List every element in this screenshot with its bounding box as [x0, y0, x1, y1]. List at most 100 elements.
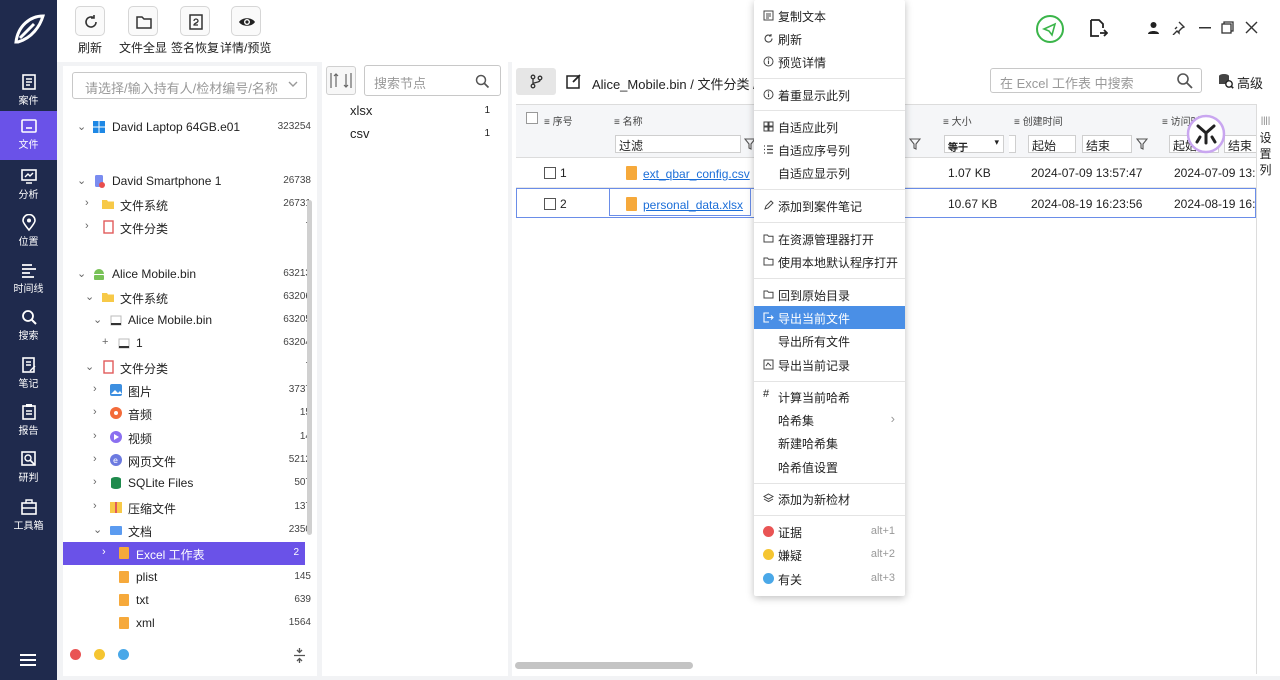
maximize-icon[interactable] — [1221, 21, 1234, 34]
tree-item-web-files[interactable]: › e 网页文件 5212 — [63, 449, 311, 471]
advanced-search-icon[interactable] — [1218, 73, 1234, 89]
menu-item-compute-hash[interactable]: # 计算当前哈希 — [754, 385, 905, 408]
tree-item-audio[interactable]: › 音频 15 — [63, 402, 311, 424]
minimize-icon[interactable] — [1199, 27, 1211, 29]
menu-item-autofit-seq-column[interactable]: 自适应序号列 — [754, 138, 905, 161]
tree-item-partition-1[interactable]: + 1 63204 — [63, 332, 311, 354]
plus-icon[interactable]: + — [102, 336, 112, 348]
tree-item-david-smartphone[interactable]: ⌄ David Smartphone 1 26738 — [63, 170, 311, 192]
chevron-down-icon[interactable]: ⌄ — [85, 360, 95, 373]
extension-item-csv[interactable]: csv 1 — [350, 126, 490, 141]
menu-item-preview-details[interactable]: 预览详情 — [754, 50, 905, 73]
menu-item-add-as-evidence[interactable]: 添加为新检材 — [754, 487, 905, 510]
tree-item-plist[interactable]: plist 145 — [63, 566, 311, 588]
chevron-down-icon[interactable]: ⌄ — [77, 267, 87, 280]
assistant-badge-icon[interactable] — [1186, 114, 1226, 154]
show-all-files-button[interactable]: 文件全显 — [119, 6, 167, 56]
menu-item-hash-set[interactable]: 哈希集 › — [754, 408, 905, 431]
edit-icon[interactable] — [566, 73, 582, 89]
chevron-right-icon[interactable]: › — [85, 197, 95, 209]
horizontal-scrollbar[interactable] — [515, 662, 693, 669]
extension-item-xlsx[interactable]: xlsx 1 — [350, 103, 490, 118]
menu-item-open-in-explorer[interactable]: 在资源管理器打开 — [754, 227, 905, 250]
file-link[interactable]: ext_qbar_config.csv — [643, 167, 750, 181]
row-checkbox[interactable] — [544, 167, 556, 179]
nav-item-report[interactable]: 报告 — [0, 397, 57, 443]
pin-icon[interactable] — [1171, 21, 1185, 35]
menu-item-copy-text[interactable]: 复制文本 — [754, 4, 905, 27]
tree-item-archives[interactable]: › 压缩文件 137 — [63, 496, 311, 518]
menu-item-autofit-column[interactable]: 自适应此列 — [754, 115, 905, 138]
column-header-size[interactable]: ≡ 大小 — [943, 113, 972, 128]
column-header-name[interactable]: ≡ 名称 — [614, 113, 643, 128]
tree-item-alice-mobile-image[interactable]: ⌄ Alice Mobile.bin 63205 — [63, 309, 311, 331]
tree-item-alice-mobile[interactable]: ⌄ Alice Mobile.bin 63213 — [63, 263, 311, 285]
tree-item-images[interactable]: › 图片 3737 — [63, 379, 311, 401]
chevron-right-icon[interactable]: › — [93, 453, 103, 465]
menu-item-refresh[interactable]: 刷新 — [754, 27, 905, 50]
suspect-tag-dot[interactable] — [94, 649, 105, 660]
column-header-created[interactable]: ≡ 创建时间 — [1014, 113, 1063, 128]
menu-item-tag-related[interactable]: 有关 alt+3 — [754, 567, 905, 590]
menu-item-tag-evidence[interactable]: 证据 alt+1 — [754, 520, 905, 543]
name-filter-input[interactable]: 过滤 — [615, 135, 741, 153]
row-checkbox[interactable] — [544, 198, 556, 210]
chevron-right-icon[interactable]: › — [85, 220, 95, 232]
menu-item-export-current-record[interactable]: 导出当前记录 — [754, 353, 905, 376]
menu-item-highlight-column[interactable]: 着重显示此列 — [754, 83, 905, 106]
advanced-button[interactable]: 高级 — [1237, 73, 1263, 92]
file-link[interactable]: personal_data.xlsx — [643, 198, 743, 212]
menu-item-export-all-files[interactable]: 导出所有文件 — [754, 329, 905, 352]
node-search-input[interactable]: 搜索节点 — [364, 65, 501, 96]
collapse-all-icon[interactable] — [293, 647, 306, 664]
nav-item-file[interactable]: 文件 — [0, 111, 57, 160]
nav-item-judge[interactable]: 研判 — [0, 444, 57, 490]
chevron-right-icon[interactable]: › — [93, 383, 103, 395]
created-end-input[interactable]: 结束 — [1082, 135, 1132, 153]
close-icon[interactable] — [1245, 21, 1258, 34]
tree-item-xml[interactable]: xml 1564 — [63, 612, 311, 634]
chevron-down-icon[interactable]: ⌄ — [77, 174, 87, 187]
chevron-right-icon[interactable]: › — [93, 430, 103, 442]
tree-item-filesystem[interactable]: ⌄ 文件系统 63206 — [63, 286, 311, 308]
branch-view-button[interactable] — [516, 68, 556, 95]
chevron-down-icon[interactable]: ⌄ — [93, 313, 103, 326]
nav-item-toolbox[interactable]: 工具箱 — [0, 492, 57, 538]
refresh-button[interactable]: 刷新 — [75, 6, 105, 56]
nav-item-analysis[interactable]: 分析 — [0, 161, 57, 207]
menu-item-new-hash-set[interactable]: 新建哈希集 — [754, 431, 905, 454]
telegram-status-icon[interactable] — [1035, 14, 1065, 44]
nav-item-timeline[interactable]: 时间线 — [0, 255, 57, 301]
nav-item-notes[interactable]: 笔记 — [0, 350, 57, 396]
chevron-right-icon[interactable]: › — [93, 406, 103, 418]
accessed-end-input[interactable]: 结束 — [1224, 135, 1256, 153]
tree-item-filesystem[interactable]: › 文件系统 26731 — [63, 193, 311, 215]
user-icon[interactable] — [1147, 21, 1160, 34]
chevron-right-icon[interactable]: › — [102, 546, 112, 558]
nav-item-search[interactable]: 搜索 — [0, 302, 57, 348]
excel-search-input[interactable]: 在 Excel 工作表 中搜索 — [990, 68, 1202, 93]
sort-button[interactable] — [326, 66, 356, 95]
chevron-down-icon[interactable]: ⌄ — [93, 523, 103, 536]
menu-item-tag-suspect[interactable]: 嫌疑 alt+2 — [754, 543, 905, 566]
size-operator-select[interactable]: 等于 ▾ — [944, 135, 1004, 154]
tree-item-file-category[interactable]: › 文件分类 7 — [63, 216, 311, 238]
column-header-seq[interactable]: ≡ 序号 — [544, 113, 573, 128]
filter-icon[interactable] — [1136, 138, 1148, 150]
tree-item-video[interactable]: › 视频 14 — [63, 426, 311, 448]
menu-item-export-current-file[interactable]: 导出当前文件 — [754, 306, 905, 329]
tree-item-file-category[interactable]: ⌄ 文件分类 7 — [63, 356, 311, 378]
column-settings-button[interactable]: |||| 设置列 — [1256, 104, 1274, 674]
tree-item-excel-selected[interactable]: › Excel 工作表 2 — [63, 542, 305, 565]
menu-item-add-to-notes[interactable]: 添加到案件笔记 — [754, 194, 905, 217]
created-start-input[interactable]: 起始 — [1028, 135, 1076, 153]
tree-item-david-laptop[interactable]: ⌄ David Laptop 64GB.e01 323254 — [63, 116, 311, 138]
evidence-search-input[interactable]: 请选择/输入持有人/检材编号/名称 — [72, 72, 307, 99]
menu-item-hash-settings[interactable]: 哈希值设置 — [754, 455, 905, 478]
chevron-right-icon[interactable]: › — [93, 476, 103, 488]
menu-item-go-to-original-dir[interactable]: 回到原始目录 — [754, 283, 905, 306]
evidence-tag-dot[interactable] — [70, 649, 81, 660]
details-preview-button[interactable]: 详情/预览 — [220, 6, 271, 56]
nav-item-location[interactable]: 位置 — [0, 208, 57, 254]
tree-scrollbar[interactable] — [307, 200, 312, 535]
